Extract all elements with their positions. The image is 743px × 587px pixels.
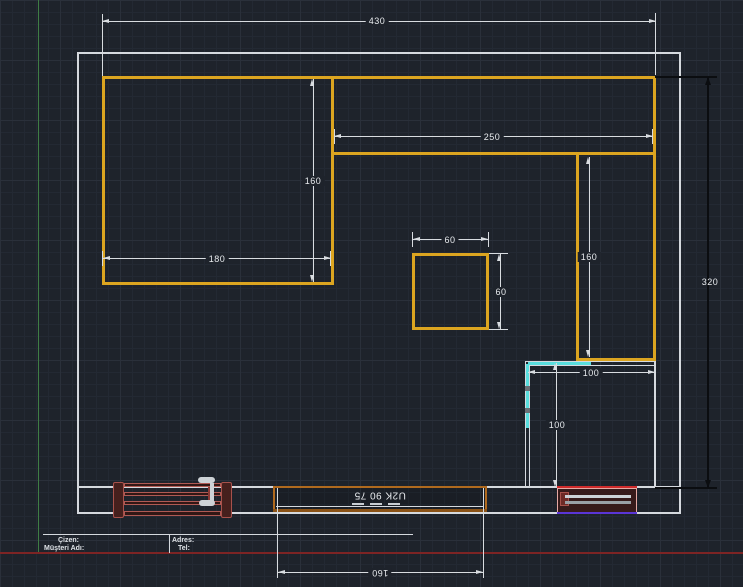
dim-label-160-bottom: 160 bbox=[369, 568, 392, 578]
dim-label-430: 430 bbox=[366, 16, 389, 26]
title-block-drawn-by: Çizen: bbox=[58, 537, 79, 544]
dim-label-320: 320 bbox=[699, 277, 722, 287]
dim-label-160-right: 160 bbox=[578, 252, 601, 262]
window-unit-label: U2K 90 75 bbox=[351, 490, 409, 501]
origin-axis-line bbox=[38, 0, 39, 553]
wall-top bbox=[102, 76, 656, 79]
lower-right-room-wall bbox=[654, 361, 656, 487]
dim-label-100-h: 100 bbox=[546, 420, 569, 430]
cyan-highlight-h bbox=[528, 362, 591, 365]
dim-label-60-w: 60 bbox=[441, 235, 458, 245]
wall-upperroom-bottom bbox=[331, 152, 656, 155]
title-block-phone: Tel: bbox=[178, 545, 190, 552]
dim-label-60-h: 60 bbox=[492, 287, 509, 297]
title-block-address: Adres: bbox=[172, 537, 194, 544]
partition-knob bbox=[525, 408, 530, 413]
dim-label-180: 180 bbox=[206, 254, 229, 264]
dim-label-160-left: 160 bbox=[302, 176, 325, 186]
wall-leftroom-bottom bbox=[102, 282, 334, 285]
title-block-customer: Müşteri Adı: bbox=[44, 545, 84, 552]
cad-drawing-canvas[interactable]: 430 250 160 180 60 bbox=[0, 0, 743, 587]
red-reference-line[interactable] bbox=[0, 552, 743, 554]
dim-label-250: 250 bbox=[481, 132, 504, 142]
wall-middle bbox=[331, 76, 334, 285]
partition-knob bbox=[525, 386, 530, 391]
island-square[interactable] bbox=[412, 253, 489, 330]
wall-right bbox=[653, 76, 656, 361]
dim-label-100-w: 100 bbox=[580, 368, 603, 378]
